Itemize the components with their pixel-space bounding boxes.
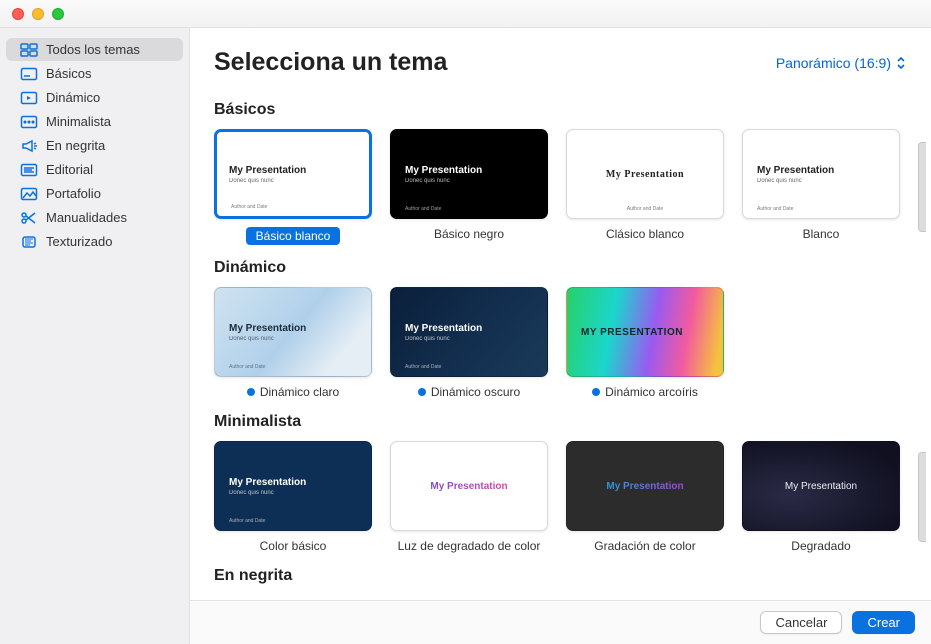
create-button[interactable]: Crear bbox=[852, 611, 915, 634]
theme-thumbnail: My Presentation Donec quis nunc Author a… bbox=[214, 441, 372, 531]
aspect-ratio-picker[interactable]: Panorámico (16:9) bbox=[776, 55, 907, 71]
theme-white[interactable]: My Presentation Donec quis nunc Author a… bbox=[742, 129, 900, 245]
theme-thumbnail: My Presentation Author and Date bbox=[566, 129, 724, 219]
theme-label: Dinámico arcoíris bbox=[592, 385, 698, 399]
minimize-window-button[interactable] bbox=[32, 8, 44, 20]
theme-thumbnail: My Presentation Donec quis nunc Author a… bbox=[214, 129, 372, 219]
category-sidebar: Todos los temas Básicos Dinámico Minimal… bbox=[0, 28, 190, 644]
theme-degradado[interactable]: My Presentation Degradado bbox=[742, 441, 900, 553]
theme-thumbnail: My Presentation Donec quis nunc Author a… bbox=[214, 287, 372, 377]
theme-label: Dinámico oscuro bbox=[418, 385, 520, 399]
theme-thumbnail: My Presentation bbox=[742, 441, 900, 531]
theme-overflow-peek bbox=[918, 142, 926, 232]
sidebar-item-textured[interactable]: Texturizado bbox=[6, 230, 183, 253]
window-traffic-lights bbox=[12, 8, 64, 20]
sidebar-item-label: Editorial bbox=[46, 162, 93, 177]
theme-basic-black[interactable]: My Presentation Donec quis nunc Author a… bbox=[390, 129, 548, 245]
theme-basic-white[interactable]: My Presentation Donec quis nunc Author a… bbox=[214, 129, 372, 245]
minimalist-dots-icon bbox=[20, 115, 38, 129]
sidebar-item-label: Minimalista bbox=[46, 114, 111, 129]
theme-label: Gradación de color bbox=[594, 539, 695, 553]
theme-thumbnail: My Presentation Donec quis nunc Author a… bbox=[742, 129, 900, 219]
sidebar-item-editorial[interactable]: Editorial bbox=[6, 158, 183, 181]
page-title: Selecciona un tema bbox=[214, 48, 447, 77]
cancel-button[interactable]: Cancelar bbox=[760, 611, 842, 634]
sidebar-item-portfolio[interactable]: Portafolio bbox=[6, 182, 183, 205]
theme-thumbnail: My Presentation Donec quis nunc Author a… bbox=[390, 129, 548, 219]
theme-label: Básico negro bbox=[434, 227, 504, 241]
theme-dynamic-light[interactable]: My Presentation Donec quis nunc Author a… bbox=[214, 287, 372, 399]
themes-scroll-area[interactable]: Básicos My Presentation Donec quis nunc … bbox=[190, 87, 931, 600]
sidebar-item-label: Todos los temas bbox=[46, 42, 140, 57]
portfolio-image-icon bbox=[20, 187, 38, 201]
textured-swatch-icon bbox=[20, 235, 38, 249]
section-title-basic: Básicos bbox=[214, 101, 931, 119]
close-window-button[interactable] bbox=[12, 8, 24, 20]
sidebar-item-all-themes[interactable]: Todos los temas bbox=[6, 38, 183, 61]
basic-slide-icon bbox=[20, 67, 38, 81]
theme-gradient-light[interactable]: My Presentation Luz de degradado de colo… bbox=[390, 441, 548, 553]
dynamic-indicator-dot-icon bbox=[592, 388, 600, 396]
zoom-window-button[interactable] bbox=[52, 8, 64, 20]
theme-gradient-dark[interactable]: My Presentation Gradación de color bbox=[566, 441, 724, 553]
sidebar-item-label: Básicos bbox=[46, 66, 92, 81]
dynamic-indicator-dot-icon bbox=[418, 388, 426, 396]
sidebar-item-bold[interactable]: En negrita bbox=[6, 134, 183, 157]
all-themes-grid-icon bbox=[20, 43, 38, 57]
theme-thumbnail: My Presentation bbox=[390, 441, 548, 531]
aspect-ratio-label: Panorámico (16:9) bbox=[776, 55, 891, 71]
theme-label: Dinámico claro bbox=[247, 385, 339, 399]
dialog-footer: Cancelar Crear bbox=[190, 600, 931, 644]
theme-dynamic-rainbow[interactable]: MY PRESENTATION Dinámico arcoíris bbox=[566, 287, 724, 399]
editorial-text-icon bbox=[20, 163, 38, 177]
theme-label: Degradado bbox=[791, 539, 850, 553]
theme-label: Blanco bbox=[803, 227, 840, 241]
sidebar-item-label: Portafolio bbox=[46, 186, 101, 201]
theme-label: Color básico bbox=[260, 539, 327, 553]
sidebar-item-label: Texturizado bbox=[46, 234, 112, 249]
theme-row-dynamic: My Presentation Donec quis nunc Author a… bbox=[214, 287, 931, 399]
sidebar-item-craft[interactable]: Manualidades bbox=[6, 206, 183, 229]
sidebar-item-minimalist[interactable]: Minimalista bbox=[6, 110, 183, 133]
theme-classic-white[interactable]: My Presentation Author and Date Clásico … bbox=[566, 129, 724, 245]
section-title-dynamic: Dinámico bbox=[214, 259, 931, 277]
theme-dynamic-dark[interactable]: My Presentation Donec quis nunc Author a… bbox=[390, 287, 548, 399]
craft-scissors-icon bbox=[20, 211, 38, 225]
sidebar-item-label: Manualidades bbox=[46, 210, 127, 225]
window-titlebar bbox=[0, 0, 931, 28]
section-title-bold: En negrita bbox=[214, 567, 931, 585]
theme-thumbnail: MY PRESENTATION bbox=[566, 287, 724, 377]
bold-megaphone-icon bbox=[20, 139, 38, 153]
sidebar-item-label: Dinámico bbox=[46, 90, 100, 105]
theme-color-basic[interactable]: My Presentation Donec quis nunc Author a… bbox=[214, 441, 372, 553]
theme-thumbnail: My Presentation bbox=[566, 441, 724, 531]
section-title-minimalist: Minimalista bbox=[214, 413, 931, 431]
sidebar-item-label: En negrita bbox=[46, 138, 105, 153]
theme-label: Clásico blanco bbox=[606, 227, 684, 241]
theme-label: Básico blanco bbox=[246, 227, 341, 245]
dynamic-indicator-dot-icon bbox=[247, 388, 255, 396]
sidebar-item-dynamic[interactable]: Dinámico bbox=[6, 86, 183, 109]
sidebar-item-basic[interactable]: Básicos bbox=[6, 62, 183, 85]
theme-thumbnail: My Presentation Donec quis nunc Author a… bbox=[390, 287, 548, 377]
up-down-chevron-icon bbox=[895, 55, 907, 71]
theme-row-basic: My Presentation Donec quis nunc Author a… bbox=[214, 129, 931, 245]
theme-overflow-peek bbox=[918, 452, 926, 542]
theme-row-minimalist: My Presentation Donec quis nunc Author a… bbox=[214, 441, 931, 553]
dynamic-play-icon bbox=[20, 91, 38, 105]
theme-label: Luz de degradado de color bbox=[398, 539, 541, 553]
